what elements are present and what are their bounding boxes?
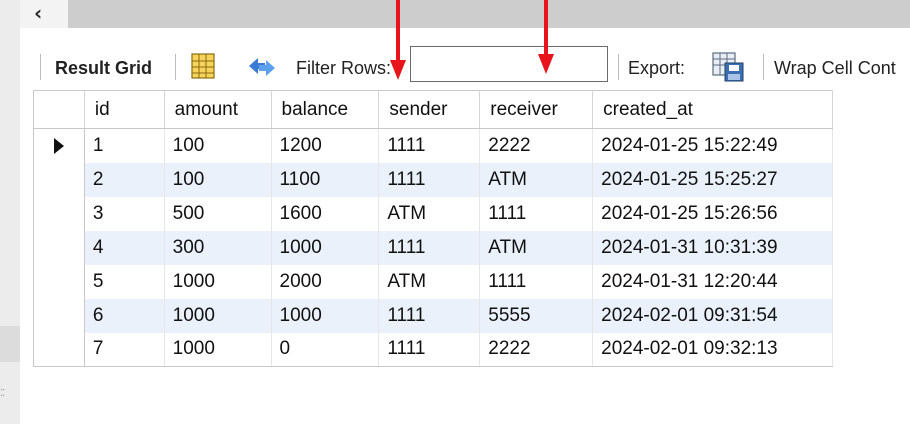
cell-id[interactable]: 7 — [84, 332, 165, 367]
cell-receiver[interactable]: 2222 — [479, 128, 594, 163]
left-sidebar-strip: ⁚⁚ — [0, 0, 20, 424]
column-header-created-at[interactable]: created_at — [592, 90, 833, 129]
result-toolbar: Result Grid Filter Rows: Export: Wrap Ce… — [20, 46, 910, 90]
cell-balance[interactable]: 2000 — [271, 264, 380, 299]
row-selector[interactable] — [33, 332, 85, 367]
cell-created-at[interactable]: 2024-01-25 15:26:56 — [592, 196, 833, 231]
cell-receiver[interactable]: ATM — [479, 162, 594, 197]
row-selector[interactable] — [33, 162, 85, 197]
row-selector[interactable] — [33, 230, 85, 265]
column-header-balance[interactable]: balance — [271, 90, 380, 129]
cell-amount[interactable]: 1000 — [164, 264, 272, 299]
table-row[interactable]: 4 300 1000 1111 ATM 2024-01-31 10:31:39 — [33, 230, 833, 265]
toolbar-separator — [175, 54, 176, 80]
cell-receiver[interactable]: 1111 — [479, 264, 594, 299]
column-header-id[interactable]: id — [84, 90, 165, 129]
result-table: id amount balance sender receiver create… — [33, 90, 833, 367]
cell-id[interactable]: 5 — [84, 264, 165, 299]
table-row[interactable]: 3 500 1600 ATM 1111 2024-01-25 15:26:56 — [33, 196, 833, 231]
filter-rows-label: Filter Rows: — [296, 58, 392, 78]
cell-sender[interactable]: 1111 — [378, 128, 481, 163]
cell-sender[interactable]: 1111 — [378, 162, 481, 197]
filter-rows-input[interactable] — [410, 46, 608, 82]
tab-strip: ‹ — [20, 0, 910, 28]
toolbar-separator — [618, 54, 619, 80]
cell-sender[interactable]: ATM — [378, 264, 481, 299]
toolbar-separator — [763, 54, 764, 80]
table-row[interactable]: 6 1000 1000 1111 5555 2024-02-01 09:31:5… — [33, 298, 833, 333]
resize-grip-icon[interactable]: ⁚⁚ — [0, 388, 5, 399]
wrap-cell-content-button[interactable]: Wrap Cell Cont — [774, 58, 896, 79]
cell-sender[interactable]: 1111 — [378, 332, 481, 367]
cell-id[interactable]: 1 — [84, 128, 165, 163]
cell-id[interactable]: 2 — [84, 162, 165, 197]
result-panel: ⁚⁚ ‹ Result Grid Filter Rows: Export: Wr… — [0, 0, 910, 424]
chevron-left-icon[interactable]: ‹ — [34, 1, 42, 25]
export-label: Export: — [628, 58, 686, 78]
column-header-receiver[interactable]: receiver — [479, 90, 594, 129]
table-row[interactable]: 7 1000 0 1111 2222 2024-02-01 09:32:13 — [33, 332, 833, 367]
tab-bar[interactable] — [68, 0, 910, 28]
cell-created-at[interactable]: 2024-01-31 12:20:44 — [592, 264, 833, 299]
cell-balance[interactable]: 1200 — [271, 128, 380, 163]
row-selector[interactable] — [33, 264, 85, 299]
annotation-arrow-right — [538, 0, 554, 74]
cell-created-at[interactable]: 2024-01-31 10:31:39 — [592, 230, 833, 265]
cell-balance[interactable]: 1600 — [271, 196, 380, 231]
cell-receiver[interactable]: 2222 — [479, 332, 594, 367]
table-row[interactable]: 5 1000 2000 ATM 1111 2024-01-31 12:20:44 — [33, 264, 833, 299]
result-grid-button[interactable]: Result Grid — [55, 58, 152, 79]
row-selector[interactable] — [33, 196, 85, 231]
header-row: id amount balance sender receiver create… — [33, 90, 833, 129]
cell-amount[interactable]: 300 — [164, 230, 272, 265]
sidebar-block — [0, 326, 20, 362]
cell-id[interactable]: 6 — [84, 298, 165, 333]
cell-balance[interactable]: 0 — [271, 332, 380, 367]
column-header-sender[interactable]: sender — [378, 90, 481, 129]
export-icon[interactable] — [711, 51, 747, 87]
cell-id[interactable]: 3 — [84, 196, 165, 231]
cell-created-at[interactable]: 2024-01-25 15:22:49 — [592, 128, 833, 163]
refresh-icon[interactable] — [245, 54, 279, 84]
cell-receiver[interactable]: ATM — [479, 230, 594, 265]
cell-amount[interactable]: 1000 — [164, 298, 272, 333]
annotation-arrow-left — [390, 0, 406, 80]
cell-amount[interactable]: 500 — [164, 196, 272, 231]
cell-sender[interactable]: ATM — [378, 196, 481, 231]
toolbar-separator — [40, 54, 41, 80]
row-gutter-header — [33, 90, 85, 129]
cell-sender[interactable]: 1111 — [378, 230, 481, 265]
cell-id[interactable]: 4 — [84, 230, 165, 265]
cell-sender[interactable]: 1111 — [378, 298, 481, 333]
cell-receiver[interactable]: 5555 — [479, 298, 594, 333]
cell-receiver[interactable]: 1111 — [479, 196, 594, 231]
grid-icon[interactable] — [190, 52, 216, 84]
cell-amount[interactable]: 1000 — [164, 332, 272, 367]
cell-created-at[interactable]: 2024-02-01 09:31:54 — [592, 298, 833, 333]
row-selector[interactable] — [33, 298, 85, 333]
cell-amount[interactable]: 100 — [164, 128, 272, 163]
table-row[interactable]: 2 100 1100 1111 ATM 2024-01-25 15:25:27 — [33, 162, 833, 197]
cell-balance[interactable]: 1000 — [271, 298, 380, 333]
cell-balance[interactable]: 1000 — [271, 230, 380, 265]
row-selector[interactable] — [33, 128, 85, 163]
cell-balance[interactable]: 1100 — [271, 162, 380, 197]
cell-amount[interactable]: 100 — [164, 162, 272, 197]
result-grid: id amount balance sender receiver create… — [33, 90, 833, 367]
cell-created-at[interactable]: 2024-01-25 15:25:27 — [592, 162, 833, 197]
current-row-icon — [53, 137, 64, 154]
cell-created-at[interactable]: 2024-02-01 09:32:13 — [592, 332, 833, 367]
column-header-amount[interactable]: amount — [164, 90, 272, 129]
table-row[interactable]: 1 100 1200 1111 2222 2024-01-25 15:22:49 — [33, 128, 833, 163]
